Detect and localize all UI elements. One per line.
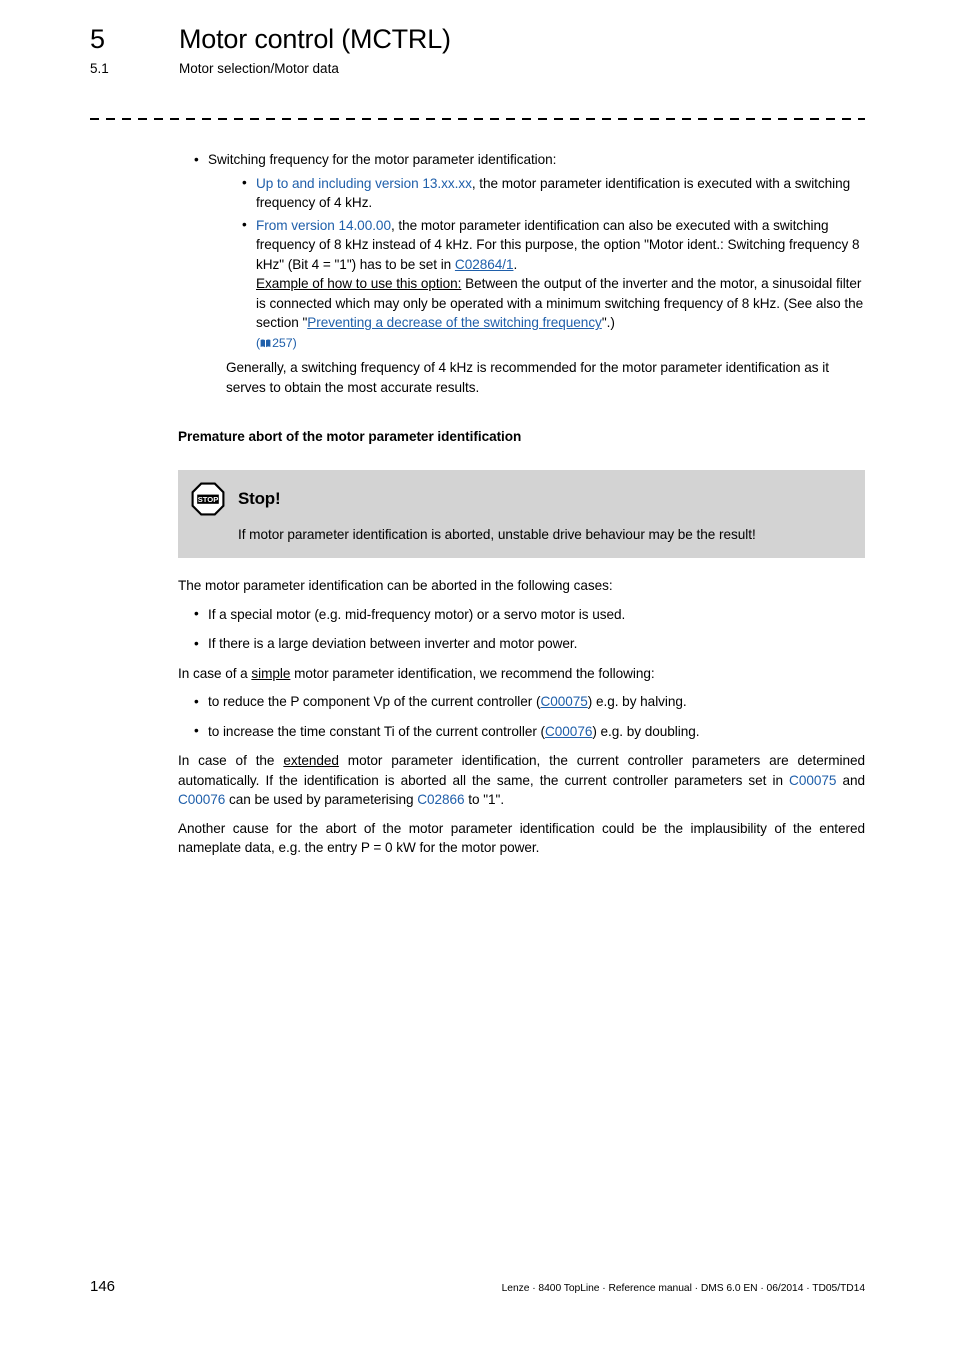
stop-sign-icon: STOP xyxy=(191,482,225,516)
another-cause-paragraph: Another cause for the abort of the motor… xyxy=(178,820,865,856)
book-icon xyxy=(260,339,271,348)
footer-note: Lenze · 8400 TopLine · Reference manual … xyxy=(501,1283,865,1294)
abort-case-text: If there is a large deviation between in… xyxy=(208,636,578,651)
simple-intro-part1: In case of a xyxy=(178,665,252,681)
recommendation-part2: ) e.g. by doubling. xyxy=(592,723,700,739)
recommendation-part1: to increase the time constant Ti of the … xyxy=(208,723,546,739)
list-item: to reduce the P component Vp of the curr… xyxy=(192,692,865,712)
stop-notice-header: STOP Stop! xyxy=(191,482,849,516)
simple-emphasis: simple xyxy=(251,665,291,681)
link-version-13[interactable]: Up to and including version 13.xx.xx xyxy=(256,176,472,191)
section-number: 5.1 xyxy=(90,61,109,76)
extended-part4: can be used by parameterising xyxy=(225,792,418,807)
extended-emphasis: extended xyxy=(283,753,339,768)
page-content: Switching frequency for the motor parame… xyxy=(178,150,865,867)
simple-recommendations-list: to reduce the P component Vp of the curr… xyxy=(192,692,865,741)
simple-identification-intro: In case of a simple motor parameter iden… xyxy=(178,664,865,684)
abort-intro-text: The motor parameter identification can b… xyxy=(178,578,613,593)
header-divider xyxy=(90,118,865,120)
abort-case-text: If a special motor (e.g. mid-frequency m… xyxy=(208,606,626,622)
simple-intro-part2: motor parameter identification, we recom… xyxy=(290,665,655,681)
list-item: Switching frequency for the motor parame… xyxy=(192,150,865,397)
switching-frequency-list: Switching frequency for the motor parame… xyxy=(192,150,865,397)
svg-text:STOP: STOP xyxy=(198,495,219,504)
page-number: 146 xyxy=(90,1278,116,1295)
stop-notice-title: Stop! xyxy=(238,489,281,508)
link-c00075[interactable]: C00075 xyxy=(789,773,836,788)
list-item: Up to and including version 13.xx.xx, th… xyxy=(240,173,865,213)
recommendation-part2: ) e.g. by halving. xyxy=(587,694,687,709)
chapter-heading: 5 Motor control (MCTRL) xyxy=(90,22,870,56)
premature-abort-heading: Premature abort of the motor parameter i… xyxy=(178,429,522,444)
stop-notice-box: STOP Stop! If motor parameter identifica… xyxy=(178,470,865,558)
chapter-title: Motor control (MCTRL) xyxy=(179,24,451,54)
recommendation-part1: to reduce the P component Vp of the curr… xyxy=(208,694,541,709)
switching-frequency-label: Switching frequency for the motor parame… xyxy=(208,152,557,167)
stop-notice-body: If motor parameter identification is abo… xyxy=(238,527,756,542)
page-header: 5 Motor control (MCTRL) 5.1 Motor select… xyxy=(90,22,870,80)
extended-identification-paragraph: In case of the extended motor parameter … xyxy=(178,751,865,810)
list-item: If a special motor (e.g. mid-frequency m… xyxy=(192,604,865,625)
list-item: From version 14.00.00, the motor paramet… xyxy=(240,215,865,354)
general-note: Generally, a switching frequency of 4 kH… xyxy=(226,360,829,395)
list-item: to increase the time constant Ti of the … xyxy=(192,721,865,742)
link-c02864-1[interactable]: C02864/1 xyxy=(455,257,514,272)
page-reference-number: 257 xyxy=(272,335,293,350)
link-preventing-decrease-switching-frequency[interactable]: Preventing a decrease of the switching f… xyxy=(307,315,602,330)
example-label: Example of how to use this option: xyxy=(256,276,462,291)
link-version-14[interactable]: From version 14.00.00 xyxy=(256,218,391,233)
document-page: 5 Motor control (MCTRL) 5.1 Motor select… xyxy=(0,0,954,1350)
sub-bullet-2-text-part2: . xyxy=(513,256,518,272)
sub-bullet-2-text-part4: ".) xyxy=(601,315,615,330)
chapter-number: 5 xyxy=(90,24,106,54)
list-item: If there is a large deviation between in… xyxy=(192,634,865,654)
page-reference[interactable]: (257) xyxy=(256,336,297,350)
extended-part3: and xyxy=(836,772,865,788)
section-title: Motor selection/Motor data xyxy=(179,61,339,76)
link-c02866[interactable]: C02866 xyxy=(417,792,464,807)
section-heading: 5.1 Motor selection/Motor data xyxy=(90,58,870,80)
extended-part5: to "1". xyxy=(464,792,505,807)
link-c00076[interactable]: C00076 xyxy=(178,792,225,807)
link-c00076[interactable]: C00076 xyxy=(545,724,592,739)
extended-part1: In case of the xyxy=(178,753,284,768)
abort-cases-list: If a special motor (e.g. mid-frequency m… xyxy=(192,604,865,654)
version-sublist: Up to and including version 13.xx.xx, th… xyxy=(240,173,865,354)
link-c00075[interactable]: C00075 xyxy=(540,694,587,709)
